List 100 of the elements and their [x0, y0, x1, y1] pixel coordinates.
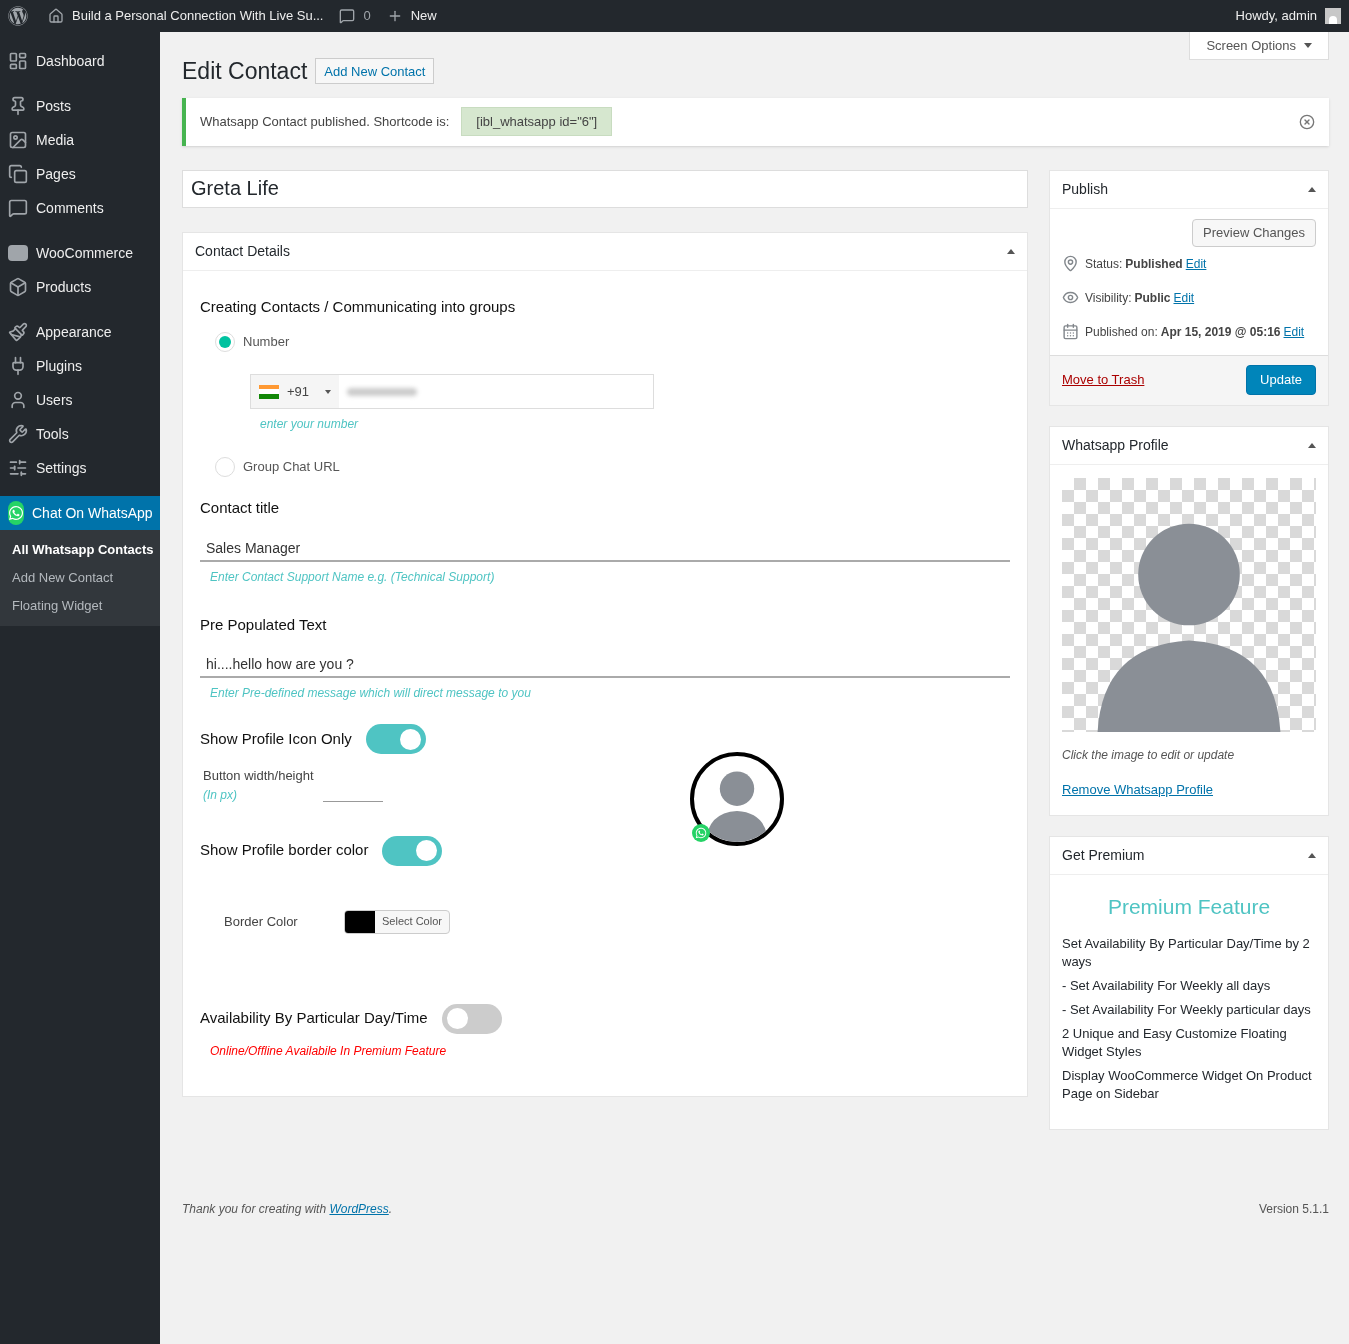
collapse-icon[interactable]	[1007, 248, 1015, 254]
feature-text: 2 Unique and Easy Customize Floating Widget Styles	[1062, 1024, 1288, 1061]
sidebar-item[interactable]: Posts	[0, 89, 160, 123]
screen-options-button[interactable]: Screen Options	[1189, 32, 1329, 60]
toggle-switch[interactable]	[382, 835, 443, 866]
unit-hint: (In px)	[203, 786, 238, 804]
toggle-label: Show Profile border color	[200, 840, 369, 861]
sidebar-item[interactable]: WooCommerce	[0, 236, 160, 270]
wordpress-link[interactable]: WordPress	[329, 1202, 389, 1216]
edit-link[interactable]: Edit	[1173, 288, 1195, 307]
collapse-icon[interactable]	[1308, 186, 1316, 192]
sidebar-item[interactable]: Comments	[0, 191, 160, 225]
update-button[interactable]: Update	[1246, 365, 1316, 395]
section-title: Creating Contacts / Communicating into groups	[200, 296, 517, 317]
sidebar-item[interactable]: Plugins	[0, 349, 160, 383]
footer-text: Thank you for creating with WordPress.	[182, 1201, 393, 1218]
greeting-link[interactable]: Howdy, admin	[1235, 6, 1317, 26]
phone-field[interactable]: +91	[250, 374, 654, 409]
radio-button[interactable]	[215, 457, 235, 477]
pages-icon	[8, 164, 28, 184]
color-picker-button[interactable]: Select Color	[344, 909, 450, 934]
brush-icon	[8, 322, 28, 342]
media-icon	[8, 130, 28, 150]
comments-count[interactable]: 0	[363, 6, 371, 26]
calendar-icon	[1062, 323, 1079, 340]
dashboard-icon	[8, 51, 28, 71]
panel-title: Whatsapp Profile	[1062, 435, 1169, 455]
image-hint: Click the image to edit or update	[1062, 746, 1236, 764]
field-hint: Enter Pre-defined message which will direct message to you	[210, 685, 532, 702]
version-text: Version 5.1.1	[1258, 1201, 1329, 1218]
whatsapp-icon	[692, 824, 710, 842]
toggle-switch[interactable]	[441, 1003, 502, 1034]
status-label: Published on:	[1085, 323, 1158, 341]
panel-title: Publish	[1062, 179, 1108, 199]
field-hint: Enter Contact Support Name e.g. (Technical Support)	[210, 568, 496, 586]
sidebar-item[interactable]: Users	[0, 383, 160, 417]
panel-title: Contact Details	[195, 241, 290, 261]
sliders-icon	[8, 458, 28, 478]
status-label: Visibility:	[1085, 289, 1132, 307]
status-value: Published	[1125, 255, 1183, 273]
toggle-label: Availability By Particular Day/Time	[200, 1008, 428, 1029]
new-link[interactable]: New	[410, 6, 437, 26]
contact-title-field[interactable]: Sales Manager	[200, 535, 1010, 562]
toggle-label: Show Profile Icon Only	[200, 728, 352, 749]
home-icon[interactable]	[48, 8, 64, 24]
blurred-number	[347, 387, 418, 396]
toggle-switch[interactable]	[365, 724, 426, 754]
status-value: Apr 15, 2019 @ 05:16	[1160, 323, 1281, 341]
field-hint: enter your number	[260, 416, 360, 433]
pin-icon	[1062, 255, 1079, 272]
collapse-icon[interactable]	[1308, 853, 1316, 858]
page-title: Edit Contact	[182, 57, 308, 86]
box-icon	[8, 277, 28, 297]
field-label: Button width/height	[203, 767, 315, 785]
radio-label: Number	[243, 333, 290, 352]
premium-note: Online/Offline Availabile In Premium Feature	[210, 1042, 448, 1060]
feature-text: Set Availability By Particular Day/Time by 2 ways	[1062, 934, 1311, 971]
pin-icon	[8, 96, 28, 116]
whatsapp-icon	[8, 501, 24, 525]
eye-icon	[1062, 289, 1079, 306]
radio-label: Group Chat URL	[243, 458, 340, 477]
feature-text: - Set Availability For Weekly particular days	[1062, 1000, 1312, 1019]
submenu-item[interactable]: Floating Widget	[0, 592, 160, 620]
site-title-link[interactable]: Build a Personal Connection With Live Su...	[72, 6, 324, 26]
submenu-item[interactable]: Add New Contact	[0, 564, 160, 592]
sidebar-item[interactable]: Media	[0, 123, 160, 157]
wrench-icon	[8, 424, 28, 444]
add-new-button[interactable]: Add New Contact	[315, 58, 435, 85]
remove-profile-link[interactable]: Remove Whatsapp Profile	[1062, 779, 1316, 799]
dismiss-icon[interactable]	[1299, 113, 1315, 130]
radio-button[interactable]	[215, 332, 235, 352]
field-label: Contact title	[200, 498, 281, 518]
color-swatch	[345, 910, 375, 933]
sidebar-item[interactable]: Tools	[0, 417, 160, 451]
panel-title: Get Premium	[1062, 846, 1145, 865]
preview-changes-button[interactable]: Preview Changes	[1192, 218, 1316, 247]
country-code[interactable]: +91	[287, 381, 310, 402]
sidebar-item[interactable]: Settings	[0, 451, 160, 485]
sidebar-item[interactable]: Dashboard	[0, 44, 160, 78]
edit-link[interactable]: Edit	[1283, 322, 1305, 341]
sidebar-item[interactable]: Appearance	[0, 315, 160, 349]
wordpress-logo-icon[interactable]	[8, 6, 28, 26]
sidebar-item[interactable]: Chat On WhatsApp	[0, 496, 160, 530]
dropdown-caret-icon[interactable]	[325, 389, 332, 394]
india-flag-icon	[259, 384, 279, 399]
field-label: Pre Populated Text	[200, 614, 328, 635]
sidebar-item[interactable]: Products	[0, 270, 160, 304]
comment-icon[interactable]	[339, 8, 356, 24]
title-field[interactable]: Greta Life	[182, 169, 1028, 208]
prepopulated-text-field[interactable]: hi....hello how are you ?	[200, 652, 1010, 678]
collapse-icon[interactable]	[1308, 442, 1316, 448]
edit-link[interactable]: Edit	[1185, 254, 1207, 273]
status-label: Status:	[1085, 255, 1123, 273]
comment-icon	[8, 198, 28, 218]
submenu-item[interactable]: All Whatsapp Contacts	[0, 536, 160, 564]
shortcode: [ibl_whatsapp id="6"]	[461, 106, 613, 137]
move-to-trash-link[interactable]: Move to Trash	[1062, 370, 1145, 390]
premium-heading: Premium Feature	[1106, 894, 1272, 920]
sidebar-item[interactable]: Pages	[0, 157, 160, 191]
status-value: Public	[1134, 289, 1171, 307]
